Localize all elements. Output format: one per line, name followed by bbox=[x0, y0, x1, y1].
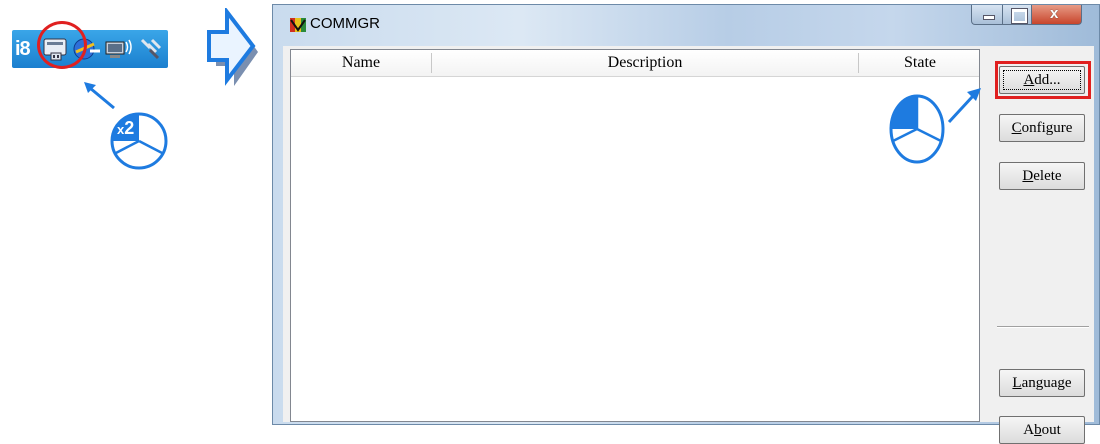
delete-button[interactable]: Delete bbox=[999, 162, 1085, 190]
highlight-circle bbox=[37, 21, 87, 69]
commgr-window: COMMGR x Name Description State Add... C… bbox=[272, 4, 1100, 444]
connection-list[interactable]: Name Description State bbox=[290, 49, 980, 422]
column-header-name[interactable]: Name bbox=[291, 50, 431, 76]
arrow-right-icon bbox=[207, 8, 258, 86]
window-title: COMMGR bbox=[310, 15, 380, 32]
maximize-button[interactable] bbox=[1002, 5, 1032, 25]
satellite-icon[interactable] bbox=[138, 36, 164, 62]
mouse-click-icon bbox=[889, 94, 945, 164]
arrow-up-right-icon bbox=[947, 88, 981, 124]
commgr-icon bbox=[290, 18, 306, 32]
caption-buttons: x bbox=[971, 5, 1099, 27]
arrow-up-left-icon bbox=[84, 82, 115, 110]
maximize-icon bbox=[1012, 9, 1027, 23]
minimize-button[interactable] bbox=[971, 5, 1003, 25]
configure-button[interactable]: Configure bbox=[999, 114, 1085, 142]
monitor-icon[interactable] bbox=[104, 36, 134, 62]
about-button[interactable]: About bbox=[999, 416, 1085, 444]
minimize-icon bbox=[983, 15, 995, 20]
column-header-state[interactable]: State bbox=[859, 50, 981, 76]
close-button[interactable]: x bbox=[1031, 5, 1082, 25]
close-icon: x bbox=[1050, 5, 1059, 22]
tray-app-label: i8 bbox=[15, 38, 31, 60]
button-separator bbox=[997, 326, 1089, 328]
language-button[interactable]: Language bbox=[999, 369, 1085, 397]
list-header: Name Description State bbox=[291, 50, 979, 77]
double-click-label: x2 bbox=[117, 118, 135, 138]
add-button[interactable]: Add... bbox=[999, 66, 1085, 94]
column-header-description[interactable]: Description bbox=[432, 50, 858, 76]
taskbar-tray: i8 bbox=[12, 30, 168, 68]
